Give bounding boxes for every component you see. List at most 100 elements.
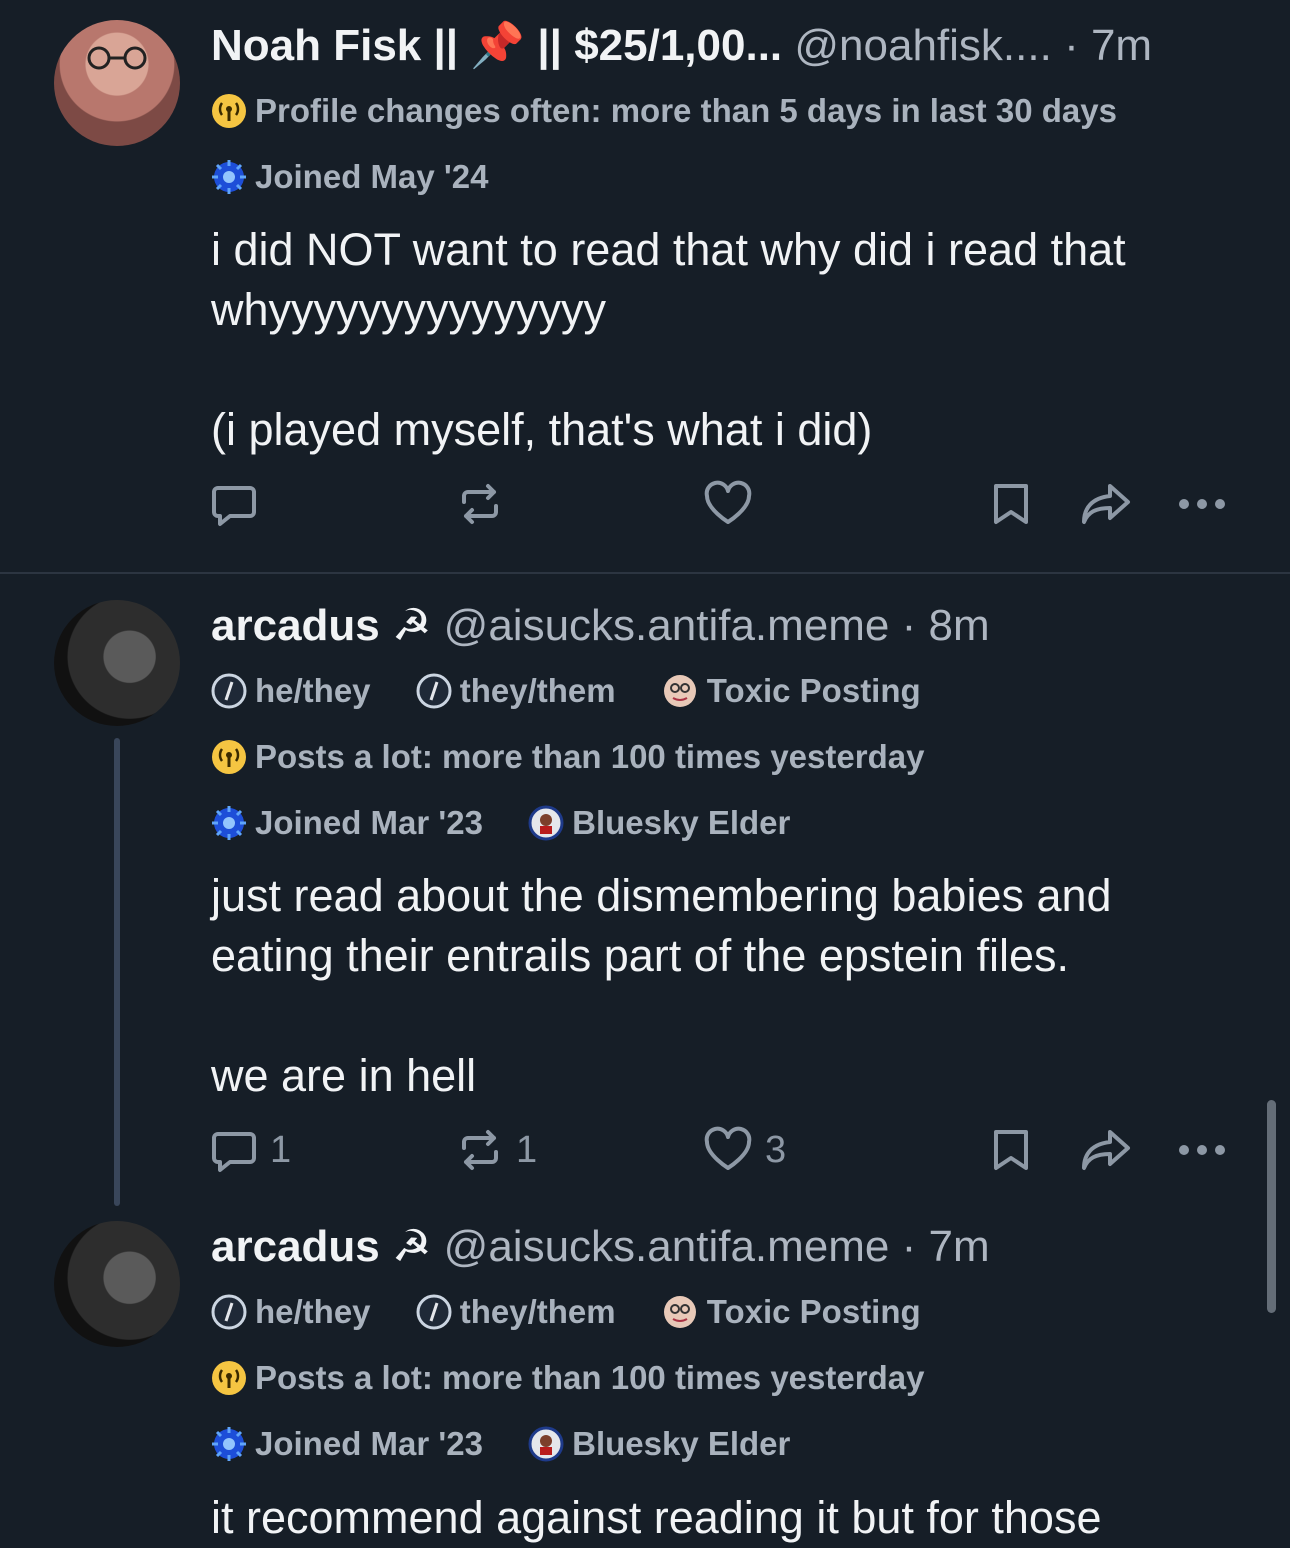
badge-row: Profile changes often: more than 5 days … — [211, 92, 1153, 137]
repost-button[interactable]: 1 — [456, 1126, 537, 1174]
reply-button[interactable] — [210, 480, 258, 528]
share-button[interactable] — [1080, 480, 1132, 528]
like-button[interactable]: 3 — [703, 1126, 786, 1174]
badge-toxic[interactable]: Toxic Posting — [661, 672, 921, 710]
badge-pronoun[interactable]: they/them — [416, 1293, 616, 1331]
pronoun-icon — [211, 673, 247, 709]
badge-joined[interactable]: Joined Mar '23 — [211, 1425, 483, 1463]
globe-join-icon — [212, 160, 246, 194]
action-bar — [0, 480, 1290, 536]
badge-label: Joined Mar '23 — [255, 804, 483, 841]
avatar[interactable] — [54, 600, 180, 726]
post-text-line: we are in hell — [211, 1050, 477, 1101]
author-name[interactable]: arcadus ☭ — [211, 601, 431, 650]
badge-row: Posts a lot: more than 100 times yesterd… — [211, 738, 960, 783]
share-icon — [1082, 1130, 1130, 1170]
badge-joined[interactable]: Joined Mar '23 — [211, 804, 483, 842]
elder-badge-icon — [528, 1426, 564, 1462]
post-time[interactable]: · 7m — [902, 1222, 990, 1271]
globe-join-icon — [212, 806, 246, 840]
post-text: i did NOT want to read that why did i re… — [211, 220, 1231, 460]
post-time[interactable]: · 8m — [902, 601, 990, 650]
post-text-line: it recommend against reading it but for … — [211, 1492, 1102, 1543]
more-icon — [1179, 1145, 1225, 1155]
toxic-face-icon — [663, 1296, 696, 1328]
share-button[interactable] — [1080, 1126, 1132, 1174]
post-text-line: (i played myself, that's what i did) — [211, 404, 873, 455]
author-handle[interactable]: @aisucks.antifa.meme — [444, 1222, 890, 1271]
badge-row: Joined Mar '23 Bluesky Elder — [211, 804, 826, 849]
pronoun-icon — [211, 1294, 247, 1330]
post-text-line: eating their entrails part of the epstei… — [211, 930, 1069, 981]
heart-icon — [704, 1126, 752, 1170]
badge-label: they/them — [459, 1293, 616, 1330]
badge-label: Posts a lot: more than 100 times yesterd… — [255, 1359, 925, 1396]
radio-broadcast-icon — [212, 740, 246, 774]
post-text-line: whyyyyyyyyyyyyyyy — [211, 284, 607, 335]
badge-label: Bluesky Elder — [572, 804, 791, 841]
repost-button[interactable] — [456, 480, 504, 528]
bookmark-button[interactable] — [990, 480, 1032, 528]
reply-count: 1 — [270, 1128, 292, 1171]
post-text: just read about the dismembering babies … — [211, 866, 1231, 1106]
badge-label: they/them — [459, 672, 616, 709]
scrollbar[interactable] — [1267, 1100, 1276, 1313]
badge-row: he/they they/them Toxic Posting — [211, 1293, 957, 1338]
badge-toxic[interactable]: Toxic Posting — [661, 1293, 921, 1331]
badge-row: Joined Mar '23 Bluesky Elder — [211, 1425, 826, 1470]
radio-broadcast-icon — [212, 1361, 246, 1395]
heart-icon — [704, 480, 752, 524]
globe-join-icon — [212, 1427, 246, 1461]
badge-label: Joined May '24 — [255, 158, 489, 195]
bookmark-button[interactable] — [990, 1126, 1032, 1174]
post-header: arcadus ☭ @aisucks.antifa.meme · 8m — [211, 600, 1250, 652]
badge-profile-changes[interactable]: Profile changes often: more than 5 days … — [211, 92, 1117, 130]
action-bar: 1 1 3 — [0, 1126, 1290, 1182]
thread-line — [114, 738, 120, 1206]
badge-elder[interactable]: Bluesky Elder — [528, 1425, 790, 1463]
badge-row: Posts a lot: more than 100 times yesterd… — [211, 1359, 960, 1404]
badge-label: Profile changes often: more than 5 days … — [255, 92, 1117, 129]
toxic-face-icon — [663, 675, 696, 707]
bookmark-icon — [994, 484, 1028, 524]
post-text-line: i did NOT want to read that why did i re… — [211, 224, 1126, 275]
author-handle[interactable]: @noahfisk.... — [794, 21, 1051, 70]
like-count: 3 — [765, 1128, 787, 1171]
reply-icon — [212, 1132, 256, 1172]
avatar[interactable] — [54, 1221, 180, 1347]
badge-elder[interactable]: Bluesky Elder — [528, 804, 790, 842]
post-text-line: just read about the dismembering babies … — [211, 870, 1112, 921]
repost-icon — [462, 484, 498, 524]
pronoun-icon — [416, 1294, 452, 1330]
glasses-icon — [87, 46, 147, 70]
more-button[interactable] — [1176, 480, 1228, 528]
author-handle[interactable]: @aisucks.antifa.meme — [444, 601, 890, 650]
badge-posts-a-lot[interactable]: Posts a lot: more than 100 times yesterd… — [211, 738, 924, 776]
more-button[interactable] — [1176, 1126, 1228, 1174]
like-button[interactable] — [703, 480, 753, 528]
badge-label: Toxic Posting — [706, 672, 921, 709]
badge-pronoun[interactable]: he/they — [211, 672, 371, 710]
post-time[interactable]: · 7m — [1064, 21, 1152, 70]
badge-row: Joined May '24 — [211, 158, 524, 203]
avatar[interactable] — [54, 20, 180, 146]
more-icon — [1179, 499, 1225, 509]
post-divider — [0, 572, 1290, 574]
badge-posts-a-lot[interactable]: Posts a lot: more than 100 times yesterd… — [211, 1359, 924, 1397]
author-name[interactable]: arcadus ☭ — [211, 1222, 431, 1271]
author-name[interactable]: Noah Fisk || 📌 || $25/1,00... — [211, 21, 782, 70]
badge-joined[interactable]: Joined May '24 — [211, 158, 488, 196]
badge-label: he/they — [255, 672, 371, 709]
badge-label: Posts a lot: more than 100 times yesterd… — [255, 738, 925, 775]
badge-label: he/they — [255, 1293, 371, 1330]
badge-pronoun[interactable]: he/they — [211, 1293, 371, 1331]
repost-count: 1 — [516, 1128, 538, 1171]
reply-button[interactable]: 1 — [210, 1126, 291, 1174]
reply-icon — [212, 486, 256, 526]
badge-pronoun[interactable]: they/them — [416, 672, 616, 710]
post-text: it recommend against reading it but for … — [211, 1488, 1231, 1548]
badge-row: he/they they/them Toxic Posting — [211, 672, 957, 717]
post-header: Noah Fisk || 📌 || $25/1,00... @noahfisk.… — [211, 20, 1250, 72]
repost-icon — [462, 1130, 498, 1170]
badge-label: Bluesky Elder — [572, 1425, 791, 1462]
